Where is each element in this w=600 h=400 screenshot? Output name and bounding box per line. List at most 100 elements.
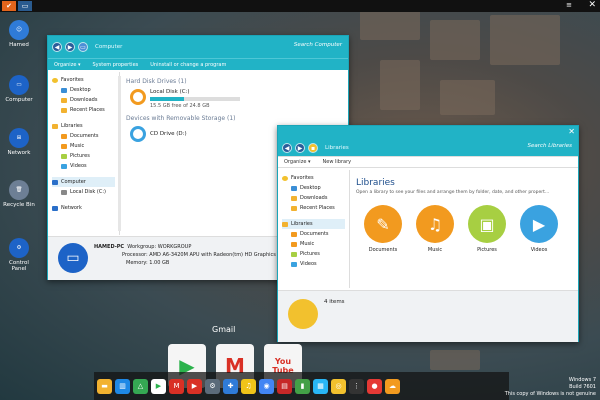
back-arrow-icon[interactable]: ◀ xyxy=(282,143,292,153)
library-label: Music xyxy=(427,247,443,253)
nav-documents[interactable]: Documents xyxy=(52,131,115,141)
star-icon xyxy=(52,77,58,83)
nav-videos[interactable]: Videos xyxy=(52,161,115,171)
topbar-menu-icon[interactable]: ≡ xyxy=(566,1,572,9)
disk-usage-icon xyxy=(130,89,146,105)
desktop-icon-label: Hamed xyxy=(9,42,29,48)
start-icon[interactable]: ✔ xyxy=(2,1,16,11)
nav-desktop[interactable]: Desktop xyxy=(52,85,115,95)
nav-downloads[interactable]: Downloads xyxy=(282,193,345,203)
back-arrow-icon[interactable]: ◀ xyxy=(52,42,62,52)
close-icon[interactable]: ✕ xyxy=(588,0,596,11)
organize-button[interactable]: Organize ▾ xyxy=(54,62,81,68)
dock-app-icon[interactable]: ▶ xyxy=(151,378,166,394)
dock-app-icon[interactable]: ☁ xyxy=(385,378,400,394)
libraries-icon xyxy=(282,221,288,227)
desktop-icon-recycle-bin[interactable]: 🗑 Recycle Bin xyxy=(2,180,36,208)
nav-libraries[interactable]: Libraries xyxy=(282,219,345,229)
scrollbar[interactable] xyxy=(118,76,121,231)
libraries-title: Libraries xyxy=(356,178,395,188)
desktop-icon-label: Recycle Bin xyxy=(3,202,35,208)
dock-app-icon[interactable]: ♫ xyxy=(241,378,256,394)
pc-monitor-icon: ▭ xyxy=(58,243,88,273)
nav-recent-places[interactable]: Recent Places xyxy=(52,105,115,115)
dock-app-icon[interactable]: ⋮ xyxy=(349,378,364,394)
address-bar[interactable]: Computer xyxy=(95,44,122,50)
documents-icon xyxy=(61,133,67,139)
desktop-icon-label: Network xyxy=(7,150,31,156)
nav-favorites[interactable]: Favorites xyxy=(282,173,345,183)
cd-drive-name: CD Drive (D:) xyxy=(150,131,187,137)
nav-documents[interactable]: Documents xyxy=(282,229,345,239)
libraries-close-icon[interactable]: ✕ xyxy=(568,127,575,136)
system-properties-button[interactable]: System properties xyxy=(93,62,139,68)
desktop-icon-label: Computer xyxy=(5,97,33,103)
nav-videos[interactable]: Videos xyxy=(282,259,345,269)
recent-places-icon xyxy=(291,205,297,211)
forward-arrow-icon[interactable]: ▶ xyxy=(65,42,75,52)
address-bar[interactable]: Libraries xyxy=(325,145,349,151)
organize-button[interactable]: Organize ▾ xyxy=(284,159,311,165)
dock-app-icon[interactable]: ▶ xyxy=(187,378,202,394)
explorer-task-icon[interactable]: ▭ xyxy=(18,1,32,11)
desktop-icon xyxy=(291,185,297,191)
library-music[interactable]: ♫ Music xyxy=(416,205,454,253)
new-library-button[interactable]: New library xyxy=(323,159,352,165)
nav-pictures[interactable]: Pictures xyxy=(282,249,345,259)
dock-app-icon[interactable]: ● xyxy=(367,378,382,394)
library-documents[interactable]: ✎ Documents xyxy=(364,205,402,253)
nav-network[interactable]: Network xyxy=(52,203,115,213)
nav-local-disk[interactable]: Local Disk (C:) xyxy=(52,187,115,197)
desktop-icon-control-panel[interactable]: ⚙ Control Panel xyxy=(2,238,36,272)
dock-app-icon[interactable]: ▥ xyxy=(115,378,130,394)
forward-arrow-icon[interactable]: ▶ xyxy=(295,143,305,153)
dock-app-icon[interactable]: △ xyxy=(133,378,148,394)
hdd-header: Hard Disk Drives (1) xyxy=(126,78,187,85)
library-grid: ✎ Documents ♫ Music ▣ Pictures ▶ Videos xyxy=(364,205,578,253)
nav-downloads[interactable]: Downloads xyxy=(52,95,115,105)
nav-music[interactable]: Music xyxy=(52,141,115,151)
pictures-icon xyxy=(291,251,297,257)
libraries-subtitle: Open a library to see your files and arr… xyxy=(356,190,550,195)
dock-app-icon[interactable]: ▮ xyxy=(295,378,310,394)
library-pictures[interactable]: ▣ Pictures xyxy=(468,205,506,253)
local-disk-item[interactable]: Local Disk (C:) 15.5 GB free of 24.8 GB xyxy=(130,89,348,109)
dock-app-icon[interactable]: ◎ xyxy=(331,378,346,394)
library-videos[interactable]: ▶ Videos xyxy=(520,205,558,253)
nav-desktop[interactable]: Desktop xyxy=(282,183,345,193)
nav-libraries[interactable]: Libraries xyxy=(52,121,115,131)
libraries-small-icon: ▪ xyxy=(308,143,318,153)
nav-music[interactable]: Music xyxy=(282,239,345,249)
items-count: 4 items xyxy=(324,299,345,305)
control-panel-icon: ⚙ xyxy=(9,238,29,258)
disk-usage-bar xyxy=(150,97,240,101)
nav-pictures[interactable]: Pictures xyxy=(52,151,115,161)
nav-computer[interactable]: Computer xyxy=(52,177,115,187)
videos-icon xyxy=(61,163,67,169)
network-icon: ⊞ xyxy=(9,128,29,148)
dock-app-icon[interactable]: ✚ xyxy=(223,378,238,394)
music-icon xyxy=(61,143,67,149)
dock-app-icon[interactable]: ▤ xyxy=(277,378,292,394)
windows-watermark: Windows 7 Build 7601 This copy of Window… xyxy=(504,377,596,397)
desktop-icon-hamed[interactable]: ☺ Hamed xyxy=(2,20,36,48)
recycle-bin-icon: 🗑 xyxy=(9,180,29,200)
desktop-icon xyxy=(61,87,67,93)
nav-recent-places[interactable]: Recent Places xyxy=(282,203,345,213)
uninstall-program-button[interactable]: Uninstall or change a program xyxy=(150,62,226,68)
search-input[interactable]: Search Computer xyxy=(294,42,342,48)
hamed-icon: ☺ xyxy=(9,20,29,40)
dock-app-icon[interactable]: M xyxy=(169,378,184,394)
libraries-content: Libraries Open a library to see your fil… xyxy=(352,172,578,288)
dock-app-icon[interactable]: ▬ xyxy=(97,378,112,394)
desktop-icon-network[interactable]: ⊞ Network xyxy=(2,128,36,156)
dock-app-icon[interactable]: ⚙ xyxy=(205,378,220,394)
dock-app-icon[interactable]: ◉ xyxy=(259,378,274,394)
dock-app-icon[interactable]: ▦ xyxy=(313,378,328,394)
computer-titlebar: ◀ ▶ ▭ Computer Search Computer xyxy=(48,36,348,58)
nav-favorites[interactable]: Favorites xyxy=(52,75,115,85)
search-input[interactable]: Search Libraries xyxy=(527,143,572,149)
desktop-icon-computer[interactable]: ▭ Computer xyxy=(2,75,36,103)
disk-icon xyxy=(61,189,67,195)
workgroup-value: WORKGROUP xyxy=(157,244,192,250)
